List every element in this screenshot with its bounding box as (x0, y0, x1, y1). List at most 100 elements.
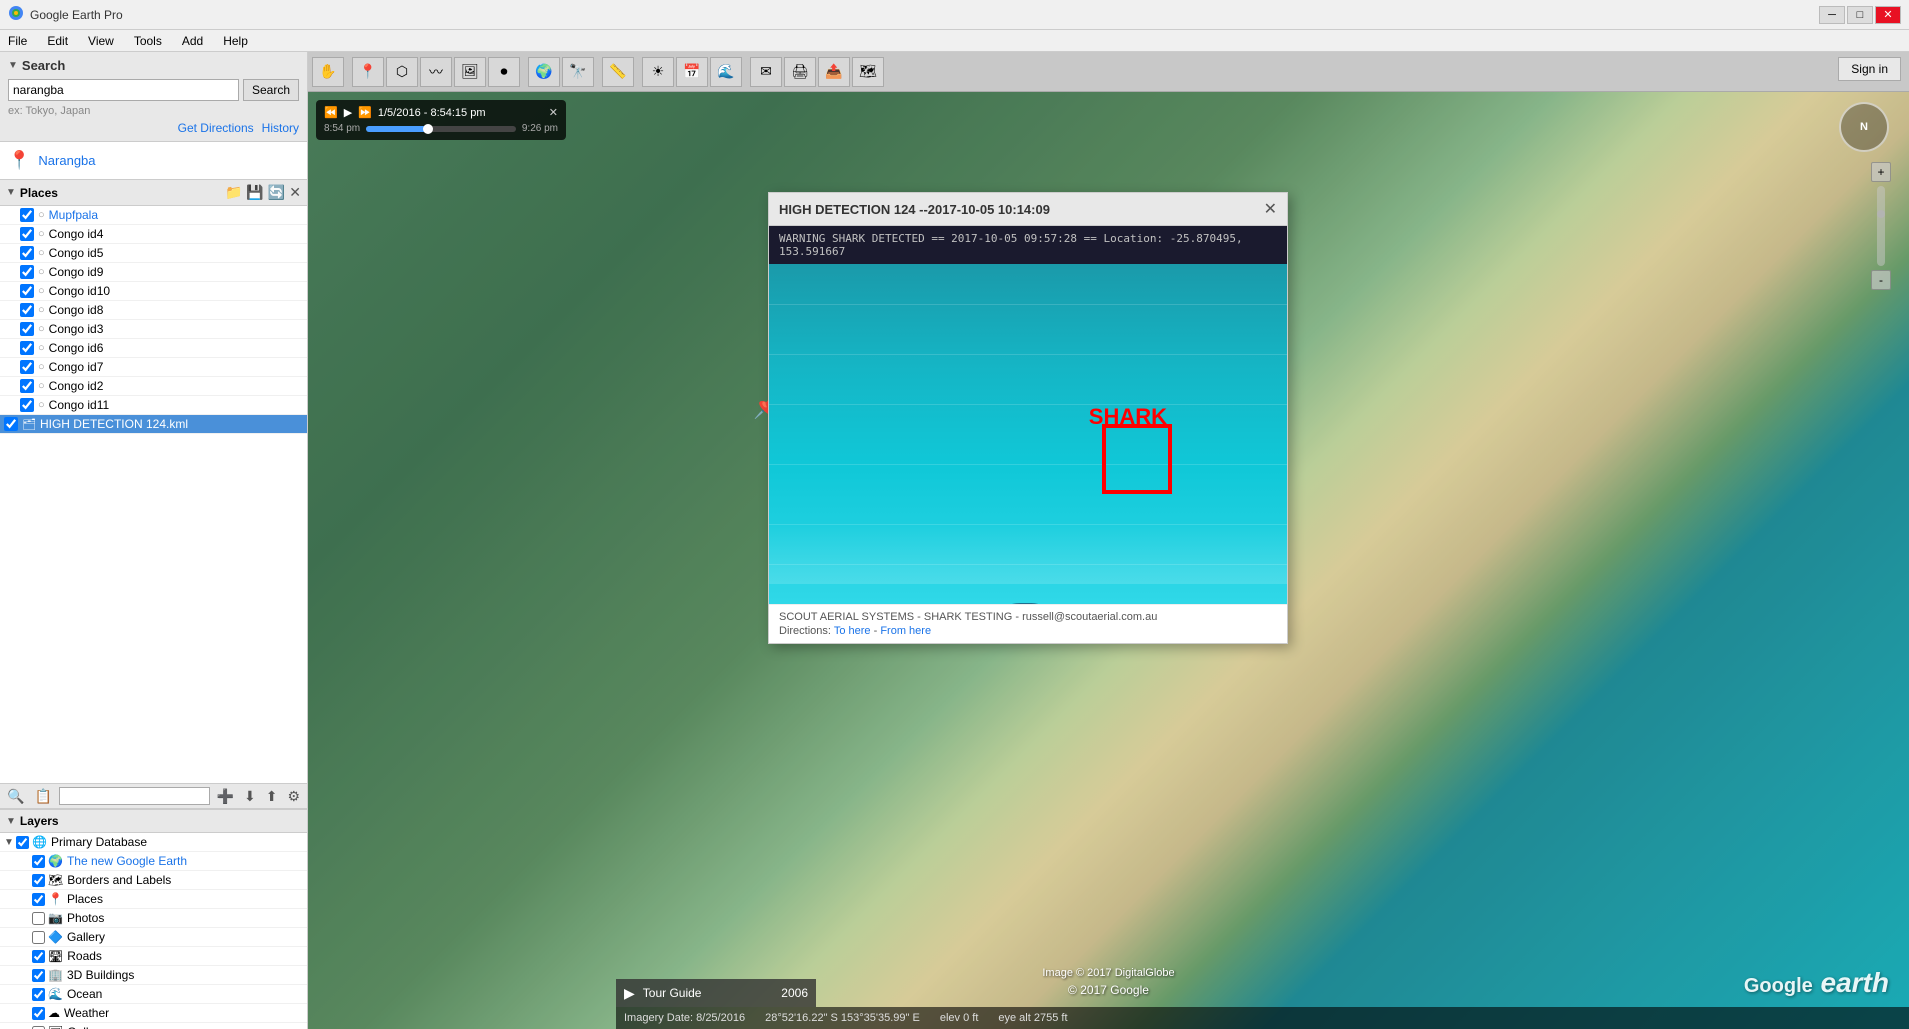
places-search-icon[interactable]: 🔍 (4, 788, 27, 805)
sign-in-button[interactable]: Sign in (1838, 57, 1901, 81)
maps-button[interactable]: 🗺 (852, 57, 884, 87)
layer-tree-item[interactable]: 🖼Gallery (0, 1023, 307, 1029)
places-tree-item[interactable]: ○Congo id6 (0, 339, 307, 358)
layer-tree-item[interactable]: 📷Photos (0, 909, 307, 928)
zoom-in-button[interactable]: + (1871, 162, 1891, 182)
layer-item-checkbox[interactable] (32, 855, 45, 868)
places-move-down-icon[interactable]: ⬇ (241, 788, 259, 805)
places-item-checkbox[interactable] (20, 360, 34, 374)
record-tour-button[interactable]: ⏺ (488, 57, 520, 87)
places-item-checkbox[interactable] (20, 341, 34, 355)
places-tree-item[interactable]: ○Congo id9 (0, 263, 307, 282)
places-tree-item[interactable]: ○Congo id8 (0, 301, 307, 320)
layer-tree-item[interactable]: 🌊Ocean (0, 985, 307, 1004)
places-item-checkbox[interactable] (20, 322, 34, 336)
time-forward-icon[interactable]: ⏩ (358, 106, 372, 119)
places-item-checkbox[interactable] (20, 246, 34, 260)
places-tree-item[interactable]: ○Congo id3 (0, 320, 307, 339)
menu-add[interactable]: Add (178, 32, 207, 50)
places-tree-item[interactable]: ○Congo id10 (0, 282, 307, 301)
layer-item-checkbox[interactable] (32, 950, 45, 963)
print-button[interactable]: 🖨 (784, 57, 816, 87)
layer-item-checkbox[interactable] (32, 931, 45, 944)
time-play-icon[interactable]: ▶ (344, 106, 352, 119)
info-popup-close-button[interactable]: ✕ (1264, 199, 1277, 219)
places-refresh-icon[interactable]: 🔄 (268, 184, 285, 201)
layer-tree-item[interactable]: 🏢3D Buildings (0, 966, 307, 985)
zoom-slider[interactable] (1877, 186, 1885, 266)
layer-item-checkbox[interactable] (32, 912, 45, 925)
layer-item-checkbox[interactable] (32, 1007, 45, 1020)
places-search-input[interactable] (59, 787, 210, 805)
places-tree-item[interactable]: ○Congo id7 (0, 358, 307, 377)
layer-tree-item[interactable]: 🗺Borders and Labels (0, 871, 307, 890)
places-save-icon[interactable]: 💾 (246, 184, 263, 201)
layer-item-checkbox[interactable] (32, 893, 45, 906)
search-result-name[interactable]: Narangba (38, 153, 95, 168)
maximize-button[interactable]: □ (1847, 6, 1873, 24)
places-item-checkbox[interactable] (20, 303, 34, 317)
history-link[interactable]: History (262, 121, 299, 135)
time-rewind-icon[interactable]: ⏪ (324, 106, 338, 119)
earth-view-button[interactable]: 🌍 (528, 57, 560, 87)
layer-item-checkbox[interactable] (16, 836, 29, 849)
layer-item-checkbox[interactable] (32, 874, 45, 887)
measure-button[interactable]: 📏 (602, 57, 634, 87)
places-tree-item[interactable]: ○Congo id4 (0, 225, 307, 244)
places-item-checkbox[interactable] (20, 379, 34, 393)
layer-item-checkbox[interactable] (32, 988, 45, 1001)
close-button[interactable]: ✕ (1875, 6, 1901, 24)
compass-ring[interactable]: N (1839, 102, 1889, 152)
email-button[interactable]: ✉ (750, 57, 782, 87)
places-item-checkbox[interactable] (20, 398, 34, 412)
menu-edit[interactable]: Edit (43, 32, 72, 50)
layer-expander-icon[interactable]: ▼ (4, 837, 16, 848)
search-input[interactable] (8, 79, 239, 101)
places-tree-item[interactable]: ○Congo id5 (0, 244, 307, 263)
menu-help[interactable]: Help (219, 32, 252, 50)
placemark-button[interactable]: 📍 (352, 57, 384, 87)
places-tree-item[interactable]: 🗂HIGH DETECTION 124.kml (0, 415, 307, 434)
layer-tree-item[interactable]: 🔷Gallery (0, 928, 307, 947)
tour-play-button[interactable]: ▶ (624, 985, 635, 1002)
zoom-out-button[interactable]: - (1871, 270, 1891, 290)
layer-item-checkbox[interactable] (32, 969, 45, 982)
places-item-checkbox[interactable] (20, 227, 34, 241)
image-overlay-button[interactable]: 🖼 (454, 57, 486, 87)
time-slider[interactable] (366, 126, 516, 132)
places-move-up-icon[interactable]: ⬆ (263, 788, 281, 805)
search-button[interactable]: Search (243, 79, 299, 101)
get-directions-link[interactable]: Get Directions (178, 121, 254, 135)
places-tree-item[interactable]: ○Mupfpala (0, 206, 307, 225)
polygon-button[interactable]: ⬡ (386, 57, 418, 87)
ocean-button[interactable]: 🌊 (710, 57, 742, 87)
minimize-button[interactable]: ─ (1819, 6, 1845, 24)
layer-tree-item[interactable]: 📍Places (0, 890, 307, 909)
menu-view[interactable]: View (84, 32, 118, 50)
places-tree-item[interactable]: ○Congo id11 (0, 396, 307, 415)
places-tree-item[interactable]: ○Congo id2 (0, 377, 307, 396)
layer-tree-item[interactable]: 🛣Roads (0, 947, 307, 966)
sun-button[interactable]: ☀ (642, 57, 674, 87)
places-item-checkbox[interactable] (20, 208, 34, 222)
places-item-checkbox[interactable] (4, 417, 18, 431)
places-close-icon[interactable]: ✕ (289, 184, 301, 201)
layer-tree-item[interactable]: ☁Weather (0, 1004, 307, 1023)
map-area[interactable]: ✋ 📍 ⬡ 〰 🖼 ⏺ 🌍 🔭 📏 ☀ 📅 🌊 ✉ 🖨 📤 🗺 Sign in … (308, 52, 1909, 1029)
sky-button[interactable]: 🔭 (562, 57, 594, 87)
path-button[interactable]: 〰 (420, 57, 452, 87)
places-folder-icon[interactable]: 📁 (225, 184, 242, 201)
menu-file[interactable]: File (4, 32, 31, 50)
historical-button[interactable]: 📅 (676, 57, 708, 87)
kml-button[interactable]: 📤 (818, 57, 850, 87)
layer-tree-item[interactable]: ▼🌐Primary Database (0, 833, 307, 852)
places-item-checkbox[interactable] (20, 265, 34, 279)
from-here-link[interactable]: From here (880, 625, 931, 637)
places-list-icon[interactable]: 📋 (31, 788, 54, 805)
layer-tree-item[interactable]: 🌍The new Google Earth (0, 852, 307, 871)
places-add-icon[interactable]: ➕ (214, 788, 237, 805)
menu-tools[interactable]: Tools (130, 32, 166, 50)
time-close-icon[interactable]: ✕ (549, 106, 558, 119)
layer-item-checkbox[interactable] (32, 1026, 45, 1029)
places-item-checkbox[interactable] (20, 284, 34, 298)
